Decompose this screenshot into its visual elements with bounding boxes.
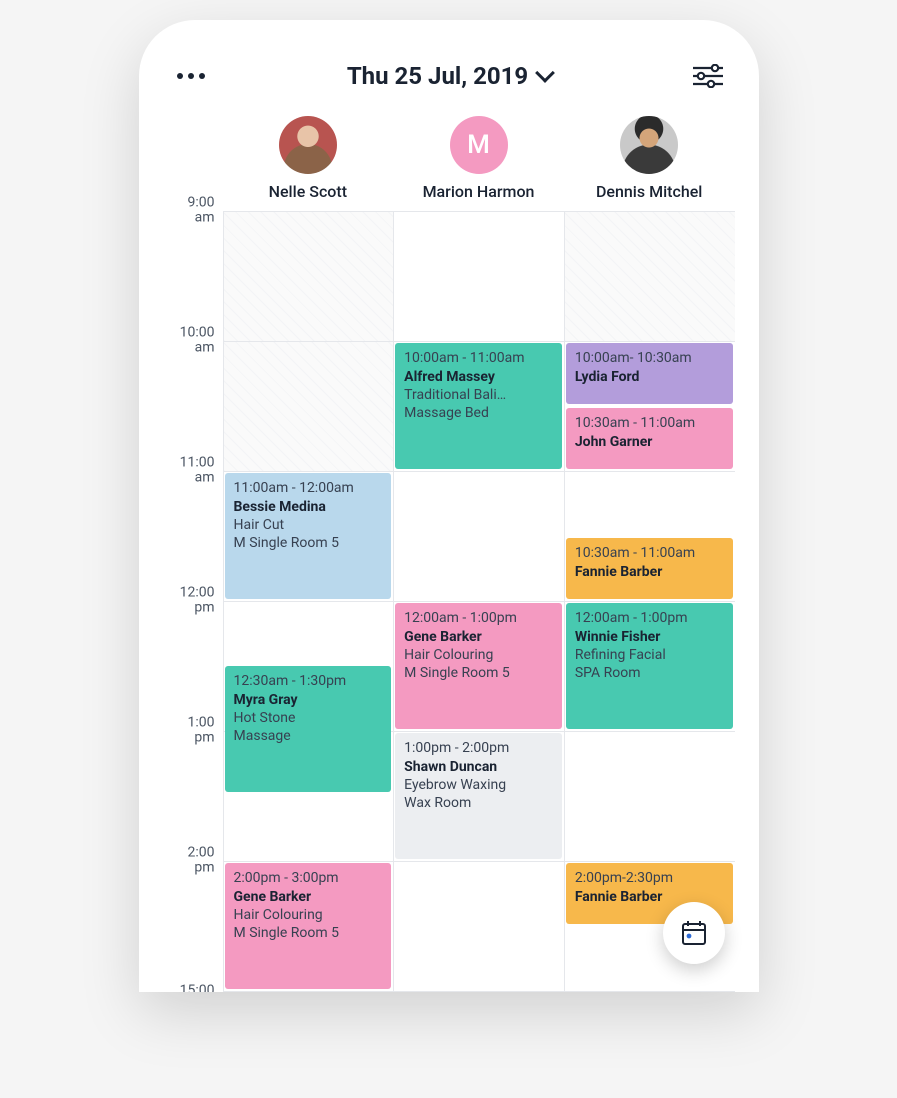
- appointment[interactable]: 11:00am - 12:00amBessie MedinaHair CutM …: [225, 473, 392, 599]
- time-label: 10:00am: [180, 326, 215, 357]
- date-picker-toggle[interactable]: Thu 25 Jul, 2019: [347, 62, 552, 90]
- appointment-client: Winnie Fisher: [575, 629, 724, 647]
- appointment-room: Wax Room: [404, 795, 553, 813]
- appointment-room: SPA Room: [575, 665, 724, 683]
- appointment[interactable]: 12:00am - 1:00pmGene BarkerHair Colourin…: [395, 603, 562, 729]
- appointment-time: 1:00pm - 2:00pm: [404, 740, 553, 758]
- time-label: 1:00pm: [188, 716, 215, 747]
- appointment-service: Eyebrow Waxing: [404, 777, 553, 795]
- chevron-down-icon: [535, 63, 555, 83]
- appointment[interactable]: 10:00am- 10:30amLydia Ford: [566, 343, 733, 404]
- staff-name: Dennis Mitchel: [596, 182, 702, 201]
- staff-column[interactable]: 10:00am - 11:00amAlfred MasseyTraditiona…: [393, 211, 564, 992]
- appointment-room: M Single Room 5: [234, 535, 383, 553]
- appointment-time: 2:00pm-2:30pm: [575, 870, 724, 888]
- current-date: Thu 25 Jul, 2019: [347, 62, 528, 90]
- app-screen: Thu 25 Jul, 2019 Nelle Scott M Marion Ha…: [139, 20, 759, 992]
- avatar: [620, 116, 678, 174]
- avatar: M: [450, 116, 508, 174]
- appointment-client: Bessie Medina: [234, 499, 383, 517]
- appointment-client: Alfred Massey: [404, 369, 553, 387]
- staff-name: Nelle Scott: [269, 182, 347, 201]
- appointment-client: Gene Barker: [404, 629, 553, 647]
- appointment[interactable]: 10:30am - 11:00amJohn Garner: [566, 408, 733, 469]
- appointment-time: 10:00am - 11:00am: [404, 350, 553, 368]
- avatar: [279, 116, 337, 174]
- appointment-time: 12:30am - 1:30pm: [234, 673, 383, 691]
- appointment-time: 10:30am - 11:00am: [575, 545, 724, 563]
- appointment-client: Shawn Duncan: [404, 759, 553, 777]
- calendar-fab-button[interactable]: [663, 902, 725, 964]
- appointment-client: Fannie Barber: [575, 564, 724, 582]
- time-label: 2:00pm: [188, 846, 215, 877]
- staff-name: Marion Harmon: [423, 182, 535, 201]
- appointment-room: Massage: [234, 728, 383, 746]
- appointment-time: 12:00am - 1:00pm: [404, 610, 553, 628]
- time-label: 12:00pm: [180, 586, 215, 617]
- appointment-room: M Single Room 5: [234, 925, 383, 943]
- appointment[interactable]: 2:00pm - 3:00pmGene BarkerHair Colouring…: [225, 863, 392, 989]
- staff-header-row: Nelle Scott M Marion Harmon Dennis Mitch…: [163, 116, 735, 201]
- staff-column-header[interactable]: Nelle Scott: [223, 116, 394, 201]
- appointment-layers: 11:00am - 12:00amBessie MedinaHair CutM …: [223, 211, 735, 992]
- more-icon[interactable]: [171, 67, 211, 85]
- filter-icon[interactable]: [689, 60, 727, 92]
- time-label: 9:00am: [188, 196, 215, 227]
- appointment[interactable]: 10:00am - 11:00amAlfred MasseyTraditiona…: [395, 343, 562, 469]
- staff-column[interactable]: 10:00am- 10:30amLydia Ford10:30am - 11:0…: [564, 211, 735, 992]
- appointment-time: 10:30am - 11:00am: [575, 415, 724, 433]
- appointment[interactable]: 1:00pm - 2:00pmShawn DuncanEyebrow Waxin…: [395, 733, 562, 859]
- appointment[interactable]: 10:30am - 11:00amFannie Barber: [566, 538, 733, 599]
- appointment-client: Lydia Ford: [575, 369, 724, 387]
- staff-column-header[interactable]: Dennis Mitchel: [564, 116, 735, 201]
- appointment-client: John Garner: [575, 434, 724, 452]
- time-label: 11:00am: [180, 456, 215, 487]
- appointment-time: 10:00am- 10:30am: [575, 350, 724, 368]
- appointment-time: 12:00am - 1:00pm: [575, 610, 724, 628]
- appointment[interactable]: 12:30am - 1:30pmMyra GrayHot StoneMassag…: [225, 666, 392, 792]
- appointment-room: M Single Room 5: [404, 665, 553, 683]
- appointment-room: Massage Bed: [404, 405, 553, 423]
- appointment-client: Gene Barker: [234, 889, 383, 907]
- appointment-time: 11:00am - 12:00am: [234, 480, 383, 498]
- calendar-icon: [679, 918, 709, 948]
- appointment-service: Hair Cut: [234, 517, 383, 535]
- appointment-service: Refining Facial: [575, 647, 724, 665]
- header-bar: Thu 25 Jul, 2019: [163, 48, 735, 116]
- appointment-service: Traditional Bali…: [404, 387, 553, 405]
- appointment-service: Hot Stone: [234, 710, 383, 728]
- appointment-service: Hair Colouring: [404, 647, 553, 665]
- staff-column-header[interactable]: M Marion Harmon: [393, 116, 564, 201]
- appointment[interactable]: 12:00am - 1:00pmWinnie FisherRefining Fa…: [566, 603, 733, 729]
- appointment-service: Hair Colouring: [234, 907, 383, 925]
- calendar-grid: 9:00am10:00am11:00am12:00pm1:00pm2:00pm1…: [163, 211, 735, 992]
- time-label: 15:00: [180, 983, 215, 992]
- appointment-client: Myra Gray: [234, 692, 383, 710]
- staff-column[interactable]: 11:00am - 12:00amBessie MedinaHair CutM …: [223, 211, 394, 992]
- appointment-time: 2:00pm - 3:00pm: [234, 870, 383, 888]
